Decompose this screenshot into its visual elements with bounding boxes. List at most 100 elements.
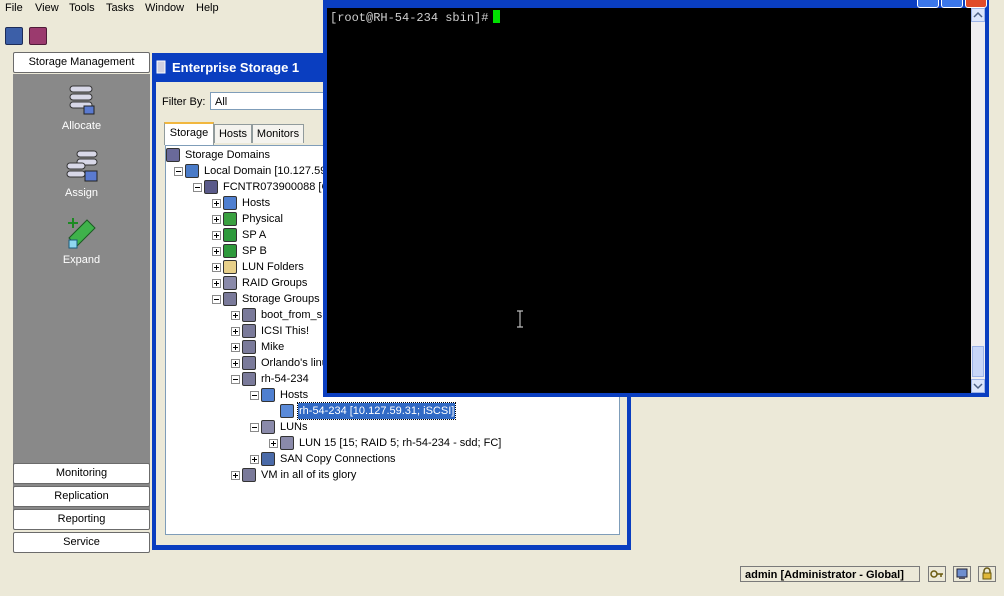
tree-node-label: Local Domain [10.127.59 <box>204 165 327 177</box>
expand-label: Expand <box>62 254 101 266</box>
tree-node-label: Orlando's linu <box>261 357 328 369</box>
window-title: Enterprise Storage 1 <box>172 60 300 75</box>
monitoring-button[interactable]: Monitoring <box>13 463 150 484</box>
menu-tools[interactable]: Tools <box>69 2 95 14</box>
san-copy-icon <box>261 452 275 466</box>
array-icon <box>204 180 218 194</box>
expand-node-button[interactable] <box>212 215 221 224</box>
window-title-bar[interactable]: Enterprise Storage 1 <box>156 57 299 81</box>
menu-window[interactable]: Window <box>145 2 184 14</box>
expand-node-button[interactable] <box>231 327 240 336</box>
expand-node-button[interactable] <box>231 343 240 352</box>
storage-domains-icon <box>166 148 180 162</box>
user-status: admin [Administrator - Global] <box>740 566 920 582</box>
toolbar-book-icon[interactable] <box>29 27 47 45</box>
filter-select[interactable]: All <box>210 92 330 110</box>
scroll-thumb[interactable] <box>972 346 984 377</box>
collapse-node-button[interactable] <box>212 295 221 304</box>
collapse-node-button[interactable] <box>174 167 183 176</box>
filter-label: Filter By: <box>162 96 206 108</box>
menu-view[interactable]: View <box>35 2 59 14</box>
storage-group-icon <box>242 356 256 370</box>
tree-node-label: boot_from_s <box>261 309 323 321</box>
storage-management-button[interactable]: Storage Management <box>13 52 150 73</box>
collapse-node-button[interactable] <box>193 183 202 192</box>
tree-node-label: rh-54-234 <box>261 373 309 385</box>
tree-node-label: FCNTR073900088 [C <box>223 181 330 193</box>
tab-monitors[interactable]: Monitors <box>252 124 304 143</box>
terminal-window: [root@RH-54-234 sbin]# <box>323 0 989 397</box>
expand-tool[interactable]: Expand <box>13 216 150 266</box>
expand-node-button[interactable] <box>231 311 240 320</box>
expand-node-button[interactable] <box>212 199 221 208</box>
expand-node-button[interactable] <box>231 471 240 480</box>
allocate-tool[interactable]: Allocate <box>13 82 150 132</box>
scroll-down-icon[interactable] <box>971 379 985 393</box>
domain-icon <box>185 164 199 178</box>
tree-node-label: SP B <box>242 245 267 257</box>
close-button[interactable] <box>965 0 987 8</box>
service-button[interactable]: Service <box>13 532 150 553</box>
menu-help[interactable]: Help <box>196 2 219 14</box>
assign-tool[interactable]: Assign <box>13 149 150 199</box>
status-bar: admin [Administrator - Global] <box>0 558 1004 596</box>
toolbar-storage-icon[interactable] <box>5 27 23 45</box>
terminal-scrollbar[interactable] <box>971 8 985 393</box>
tab-storage[interactable]: Storage <box>164 122 214 145</box>
lun-icon <box>280 436 294 450</box>
terminal-title-bar[interactable] <box>327 0 987 8</box>
assign-icon <box>66 150 97 182</box>
lock-icon[interactable] <box>978 566 996 582</box>
tree-node-label: SAN Copy Connections <box>280 453 396 465</box>
maximize-button[interactable] <box>941 0 963 8</box>
tab-hosts[interactable]: Hosts <box>214 124 252 143</box>
raid-icon <box>223 276 237 290</box>
tree-node-label: Storage Domains <box>185 149 270 161</box>
tree-node-label: Storage Groups <box>242 293 320 305</box>
collapse-node-button[interactable] <box>250 391 259 400</box>
expand-node-button[interactable] <box>212 247 221 256</box>
expand-node-button[interactable] <box>212 231 221 240</box>
physical-icon <box>223 212 237 226</box>
tree-node-label: Physical <box>242 213 283 225</box>
navigation-pane: Storage Management Allocate Assign Expan… <box>10 50 152 555</box>
storage-tools-panel: Allocate Assign Expand <box>13 74 150 512</box>
allocate-label: Allocate <box>61 120 102 132</box>
replication-button[interactable]: Replication <box>13 486 150 507</box>
storage-group-icon <box>223 292 237 306</box>
tree-node-label: LUN 15 [15; RAID 5; rh-54-234 - sdd; FC] <box>299 437 502 449</box>
prompt-text: [root@RH-54-234 sbin]# <box>330 11 489 25</box>
tree-node-label: LUNs <box>280 421 308 433</box>
expand-node-button[interactable] <box>231 359 240 368</box>
collapse-node-button[interactable] <box>250 423 259 432</box>
tree-node-label: RAID Groups <box>242 277 308 289</box>
luns-icon <box>261 420 275 434</box>
expand-node-button[interactable] <box>269 439 278 448</box>
storage-group-icon <box>242 340 256 354</box>
expand-node-button[interactable] <box>250 455 259 464</box>
expand-node-button[interactable] <box>212 279 221 288</box>
collapse-node-button[interactable] <box>231 375 240 384</box>
storage-group-icon <box>242 308 256 322</box>
storage-group-icon <box>242 468 256 482</box>
text-cursor-icon <box>517 310 523 328</box>
reporting-button[interactable]: Reporting <box>13 509 150 530</box>
allocate-icon <box>69 85 94 115</box>
menu-tasks[interactable]: Tasks <box>106 2 134 14</box>
scroll-up-icon[interactable] <box>971 8 985 22</box>
sp-icon <box>223 244 237 258</box>
host-icon <box>280 404 294 418</box>
tree-node-label: rh-54-234 [10.127.59.31; iSCSI] <box>296 402 457 420</box>
expand-icon <box>67 218 96 249</box>
storage-group-icon <box>242 372 256 386</box>
key-icon[interactable] <box>928 566 946 582</box>
expand-node-button[interactable] <box>212 263 221 272</box>
minimize-button[interactable] <box>917 0 939 8</box>
terminal-prompt: [root@RH-54-234 sbin]# <box>330 10 501 26</box>
menu-file[interactable]: File <box>5 2 23 14</box>
assign-label: Assign <box>64 187 99 199</box>
terminal-screen[interactable]: [root@RH-54-234 sbin]# <box>327 8 971 393</box>
hosts-icon <box>223 196 237 210</box>
sp-icon <box>223 228 237 242</box>
network-icon[interactable] <box>953 566 971 582</box>
